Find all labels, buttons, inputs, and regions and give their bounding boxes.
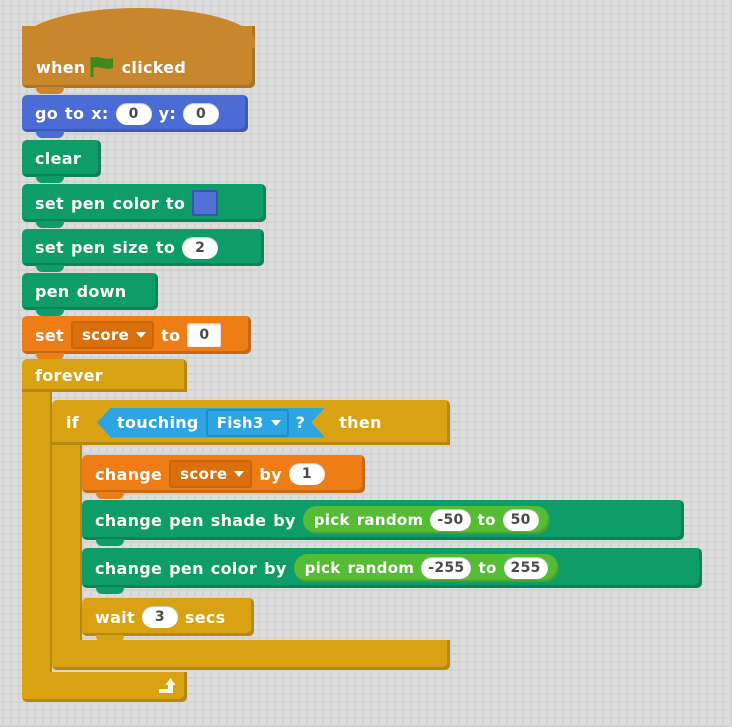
chevron-down-icon xyxy=(234,471,245,477)
setsize-bottom-notch xyxy=(36,265,64,272)
if-footer xyxy=(52,640,450,670)
chgcolor-label-by: by xyxy=(264,558,287,578)
setvar-value-input[interactable]: 0 xyxy=(187,323,222,347)
pickrandom-from-input[interactable]: -50 xyxy=(430,509,471,531)
chgshade-label-change: change xyxy=(95,510,163,530)
setvar-variable-name: score xyxy=(81,326,130,344)
block-go-to-xy[interactable]: go to x: 0 y: 0 xyxy=(22,95,248,138)
block-wait-secs[interactable]: wait 3 secs xyxy=(82,598,254,642)
setvar-variable-dropdown[interactable]: score xyxy=(70,321,155,349)
setcol-label-color: color xyxy=(112,193,159,213)
goto-label-y: y: xyxy=(158,104,177,123)
chgvar-value-input[interactable]: 1 xyxy=(288,463,325,485)
touching-question-mark: ? xyxy=(295,413,306,432)
block-set-pen-size[interactable]: set pen size to 2 xyxy=(22,229,264,272)
pendown-label-pen: pen xyxy=(35,282,70,301)
setcol-label-set: set xyxy=(35,193,64,213)
goto-label-x: x: xyxy=(91,104,109,123)
wait-value-input[interactable]: 3 xyxy=(141,606,178,628)
block-change-pen-color[interactable]: change pen color by pick random -255 to … xyxy=(82,548,702,594)
chgcolor-bottom-notch xyxy=(96,587,124,594)
clear-label: clear xyxy=(35,149,82,168)
block-set-pen-color[interactable]: set pen color to xyxy=(22,184,266,228)
setsize-label-set: set xyxy=(35,238,64,257)
setcol-bottom-notch xyxy=(36,221,64,228)
block-set-variable[interactable]: set score to 0 xyxy=(22,316,251,360)
pickrandom-label-pick: pick xyxy=(313,511,350,529)
pickrandom-label-random: random xyxy=(356,511,424,529)
pickrandom-label-pick: pick xyxy=(304,559,341,577)
pickrandom-label-to: to xyxy=(477,511,496,529)
chgcolor-label-color: color xyxy=(210,558,258,578)
hat-bottom-notch xyxy=(36,87,64,94)
chevron-down-icon xyxy=(136,332,147,338)
chevron-down-icon xyxy=(271,420,281,426)
wait-label-wait: wait xyxy=(95,607,135,627)
wait-bottom-notch xyxy=(96,635,124,642)
block-change-variable[interactable]: change score by 1 xyxy=(82,455,365,499)
chgshade-label-by: by xyxy=(273,510,296,530)
clear-bottom-notch xyxy=(36,176,64,183)
pickrandom-label-to: to xyxy=(478,559,497,577)
block-pick-random-color[interactable]: pick random -255 to 255 xyxy=(293,554,559,582)
goto-label-to: to xyxy=(65,104,85,123)
goto-x-input[interactable]: 0 xyxy=(115,102,152,125)
forever-left-arm xyxy=(22,392,52,672)
if-left-arm xyxy=(52,445,82,640)
forever-footer[interactable] xyxy=(22,672,187,702)
hat-label-when: when xyxy=(36,57,86,77)
chgshade-label-pen: pen xyxy=(169,510,204,530)
scratch-script-canvas: when clicked go to x: 0 y: 0 clear set p… xyxy=(0,0,732,727)
goto-label-go: go xyxy=(35,104,59,123)
loop-arrow-icon xyxy=(159,678,176,693)
pen-color-swatch[interactable] xyxy=(192,190,219,216)
chgvar-variable-name: score xyxy=(180,465,228,483)
block-change-pen-shade[interactable]: change pen shade by pick random -50 to 5… xyxy=(82,500,684,546)
touching-target-name: Fish3 xyxy=(216,413,264,432)
green-flag-icon xyxy=(90,56,116,78)
chgcolor-label-pen: pen xyxy=(169,558,204,578)
chgvar-bottom-notch xyxy=(96,492,124,499)
block-touching-sensing[interactable]: touching Fish3 ? xyxy=(97,408,325,438)
block-pen-down[interactable]: pen down xyxy=(22,273,158,316)
if-label-then: then xyxy=(339,413,382,432)
touching-label: touching xyxy=(117,413,199,432)
block-pick-random-shade[interactable]: pick random -50 to 50 xyxy=(302,506,550,534)
chgvar-label-change: change xyxy=(95,464,163,484)
setcol-label-to: to xyxy=(165,193,186,213)
chgshade-label-shade: shade xyxy=(210,510,267,530)
setvar-label-set: set xyxy=(35,325,64,345)
pendown-bottom-notch xyxy=(36,309,64,316)
setsize-label-pen: pen xyxy=(70,238,106,257)
block-clear[interactable]: clear xyxy=(22,140,101,183)
goto-y-input[interactable]: 0 xyxy=(183,102,220,125)
chgshade-bottom-notch xyxy=(96,539,124,546)
chgvar-variable-dropdown[interactable]: score xyxy=(169,460,253,488)
block-if-then-header[interactable]: if touching Fish3 ? then xyxy=(52,400,450,445)
pickrandom-until-input[interactable]: 255 xyxy=(503,557,548,579)
wait-label-secs: secs xyxy=(184,607,226,627)
pickrandom-label-random: random xyxy=(347,559,415,577)
goto-bottom-notch xyxy=(36,131,64,138)
chgvar-label-by: by xyxy=(259,464,282,484)
setcol-label-pen: pen xyxy=(70,193,106,213)
pendown-label-down: down xyxy=(76,282,127,301)
setsize-label-to: to xyxy=(155,238,176,257)
pickrandom-from-input[interactable]: -255 xyxy=(421,557,472,579)
forever-label: forever xyxy=(35,366,103,385)
setvar-label-to: to xyxy=(161,325,181,345)
hat-label-clicked: clicked xyxy=(121,57,187,77)
pen-size-input[interactable]: 2 xyxy=(182,236,219,259)
pickrandom-until-input[interactable]: 50 xyxy=(502,509,539,531)
block-forever-header[interactable]: forever xyxy=(22,359,187,392)
setsize-label-size: size xyxy=(112,238,149,257)
block-when-green-flag-clicked[interactable]: when clicked xyxy=(22,8,255,94)
if-label-if: if xyxy=(66,413,80,432)
chgcolor-label-change: change xyxy=(95,558,163,578)
touching-target-dropdown[interactable]: Fish3 xyxy=(206,409,289,437)
